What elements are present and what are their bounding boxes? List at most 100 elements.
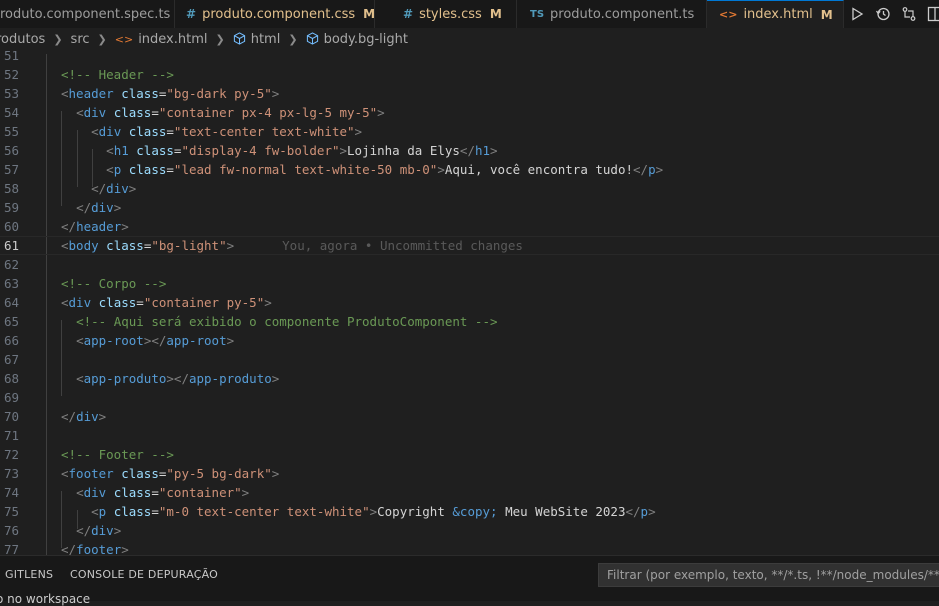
- line-content: <div class="container px-4 px-lg-5 my-5"…: [61, 103, 385, 122]
- panel-status-text: o no workspace: [0, 592, 91, 606]
- code-line[interactable]: 61 <body class="bg-light"> You, agora • Un…: [0, 236, 939, 255]
- code-token: >: [369, 504, 378, 519]
- run-icon[interactable]: [848, 6, 865, 23]
- code-line[interactable]: 67: [0, 350, 939, 369]
- code-token: "text-center text-white": [173, 124, 355, 139]
- line-number: 63: [3, 276, 19, 291]
- symbol-element-icon: [233, 31, 246, 47]
- code-line[interactable]: 74 <div class="container">: [0, 483, 939, 502]
- tab-label: roduto.component.spec.ts: [0, 6, 171, 22]
- code-token: "lead fw-normal text-white-50 mb-0": [173, 162, 438, 177]
- code-token: =: [151, 105, 159, 120]
- code-line[interactable]: 77 </footer>: [0, 540, 939, 555]
- code-line[interactable]: 69: [0, 388, 939, 407]
- line-number: 65: [3, 314, 19, 329]
- chevron-right-icon: ❯: [97, 32, 107, 46]
- line-number: 69: [3, 390, 19, 405]
- typescript-file-icon: TS: [530, 8, 545, 20]
- tab-index-html[interactable]: <> index.html M ✕: [707, 0, 844, 28]
- breadcrumb-item-html[interactable]: html: [251, 32, 281, 47]
- code-line[interactable]: 72 <!-- Footer -->: [0, 445, 939, 464]
- editor-actions: [848, 0, 939, 28]
- code-token: >: [437, 162, 445, 177]
- code-line[interactable]: 51: [0, 50, 939, 65]
- tab-gitlens[interactable]: GITLENS: [5, 568, 53, 581]
- code-token: =: [166, 124, 174, 139]
- code-token: header: [76, 219, 122, 234]
- code-line[interactable]: 52 <!-- Header -->: [0, 65, 939, 84]
- code-token: "m-0 text-center text-white": [158, 504, 370, 519]
- code-token: </: [76, 200, 92, 215]
- code-line[interactable]: 76 </div>: [0, 521, 939, 540]
- code-token: "bg-dark py-5": [166, 86, 272, 101]
- compare-changes-icon[interactable]: [900, 6, 917, 23]
- line-content: <app-root></app-root>: [61, 331, 234, 350]
- code-token: <!-- Header -->: [61, 67, 174, 82]
- code-line[interactable]: 68 <app-produto></app-produto>: [0, 369, 939, 388]
- line-content: </div>: [61, 521, 121, 540]
- tab-produto-component-spec-ts[interactable]: roduto.component.spec.ts: [0, 0, 175, 28]
- code-token: <: [91, 504, 99, 519]
- code-line[interactable]: 65 <!-- Aqui será exibido o componente P…: [0, 312, 939, 331]
- code-token: p: [640, 504, 649, 519]
- symbol-element-icon: [306, 31, 319, 47]
- code-line[interactable]: 56 <h1 class="display-4 fw-bolder">Lojin…: [0, 141, 939, 160]
- breadcrumb-item-file[interactable]: index.html: [138, 32, 207, 47]
- code-line[interactable]: 54 <div class="container px-4 px-lg-5 my…: [0, 103, 939, 122]
- code-token: app-root: [166, 333, 227, 348]
- tab-styles-css[interactable]: # styles.css M: [375, 0, 517, 28]
- tab-label: produto.component.css: [202, 6, 356, 22]
- code-token: footer: [68, 466, 114, 481]
- breadcrumb-item-folder[interactable]: rodutos: [0, 32, 45, 47]
- code-line[interactable]: 55 <div class="text-center text-white">: [0, 122, 939, 141]
- code-editor[interactable]: 51 52 <!-- Header --> 53 <header class="bg-d…: [0, 50, 939, 555]
- code-line[interactable]: 66 <app-root></app-root>: [0, 331, 939, 350]
- code-token: =: [136, 295, 144, 310]
- code-token: <: [61, 238, 69, 253]
- html-file-icon: <>: [114, 32, 134, 46]
- code-token: <: [76, 485, 84, 500]
- tab-produto-component-css[interactable]: # produto.component.css M: [175, 0, 375, 28]
- tab-debug-console[interactable]: CONSOLE DE DEPURAÇÃO: [70, 568, 218, 581]
- line-number: 56: [3, 143, 19, 158]
- line-content: </div>: [61, 179, 136, 198]
- breadcrumb-item-body[interactable]: body.bg-light: [324, 32, 408, 47]
- code-line[interactable]: 59 </div>: [0, 198, 939, 217]
- code-line[interactable]: 62: [0, 255, 939, 274]
- line-content: </footer>: [61, 540, 129, 555]
- code-token: ></: [143, 333, 167, 348]
- line-number: 61: [3, 238, 19, 253]
- line-number: 71: [3, 428, 19, 443]
- code-line[interactable]: 57 < p class="lead fw-normal text-white-5…: [0, 160, 939, 179]
- code-token: >: [241, 485, 250, 500]
- code-line[interactable]: 63 <!-- Corpo -->: [0, 274, 939, 293]
- code-token: >: [113, 200, 122, 215]
- line-number: 55: [3, 124, 19, 139]
- tab-label: styles.css: [419, 6, 482, 22]
- code-token: class: [128, 162, 167, 177]
- history-icon[interactable]: [874, 6, 891, 23]
- filter-input[interactable]: Filtrar (por exemplo, texto, **/*.ts, !*…: [598, 563, 939, 587]
- split-editor-icon[interactable]: [926, 6, 939, 23]
- code-line[interactable]: 75 < p class="m-0 text-center text-white"…: [0, 502, 939, 521]
- code-line[interactable]: 70 </div>: [0, 407, 939, 426]
- code-line[interactable]: 60 </header>: [0, 217, 939, 236]
- code-line[interactable]: 53 <header class="bg-dark py-5">: [0, 84, 939, 103]
- code-line[interactable]: 64 <div class="container py-5">: [0, 293, 939, 312]
- code-line[interactable]: 73 <footer class="py-5 bg-dark">: [0, 464, 939, 483]
- tab-produto-component-ts[interactable]: TS produto.component.ts: [517, 0, 707, 28]
- chevron-right-icon: ❯: [53, 32, 63, 46]
- line-content: </header>: [61, 217, 129, 236]
- code-token: h1: [474, 143, 491, 158]
- breadcrumb-item-src[interactable]: src: [71, 32, 90, 47]
- code-token: div: [91, 523, 114, 538]
- code-line[interactable]: 71: [0, 426, 939, 445]
- close-icon[interactable]: ✕: [843, 7, 844, 23]
- code-token: class: [128, 124, 167, 139]
- code-token: p: [648, 162, 656, 177]
- html-file-icon: <>: [719, 8, 738, 21]
- line-number: 72: [3, 447, 19, 462]
- code-line[interactable]: 58 </div>: [0, 179, 939, 198]
